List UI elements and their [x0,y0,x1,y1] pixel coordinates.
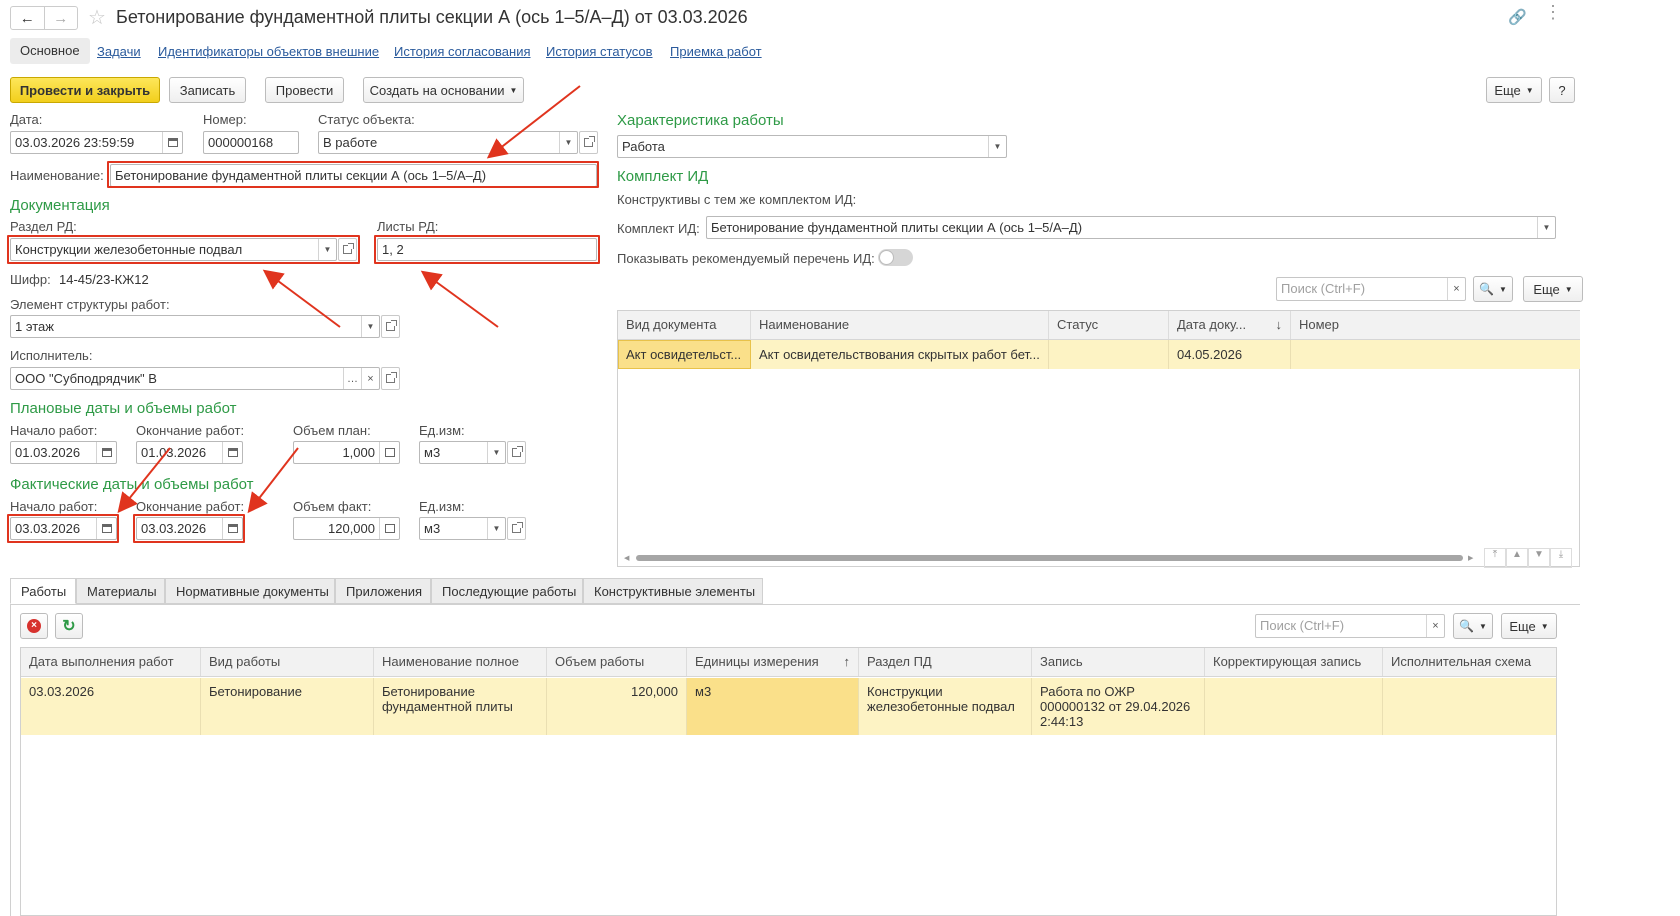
arrow-to-fact-start [117,447,171,514]
tab-works[interactable]: Работы [10,578,76,604]
col-status[interactable]: Статус [1049,311,1169,339]
col-volume[interactable]: Объем работы [547,648,687,676]
col-unit[interactable]: Единицы измерения ↑ [687,648,859,676]
refresh-button[interactable]: ↻ [55,613,83,639]
chevron-down-icon: ▼ [1564,284,1573,294]
col-work-date[interactable]: Дата выполнения работ [21,648,201,676]
cell-name[interactable]: Акт освидетельствования скрытых работ бе… [751,340,1049,369]
cell-work-date[interactable]: 03.03.2026 [21,678,201,735]
clear-icon[interactable]: × [1447,278,1465,300]
search-button[interactable]: 🔍 ▼ [1473,276,1513,302]
kit-value: Бетонирование фундаментной плиты секции … [711,220,1083,235]
cell-record[interactable]: Работа по ОЖР 000000132 от 29.04.2026 2:… [1032,678,1205,735]
kit-label: Комплект ИД: [617,221,700,236]
refresh-icon: ↻ [62,618,76,635]
tab-subsequent-works[interactable]: Последующие работы [431,578,583,604]
kit-note: Конструктивы с тем же комплектом ИД: [617,192,857,207]
tab-normative-docs[interactable]: Нормативные документы [165,578,335,604]
chevron-down-icon: ▼ [1479,621,1487,631]
col-doc-date[interactable]: Дата доку... ↓ [1169,311,1291,339]
scroll-left-icon[interactable]: ◀ [624,554,629,562]
more-label: Еще [1533,281,1560,297]
horizontal-scrollbar[interactable] [636,555,1463,561]
kit-table-header: Вид документа Наименование Статус Дата д… [618,311,1580,340]
move-up-icon[interactable]: ▲ [1506,548,1528,568]
cell-corr-record[interactable] [1205,678,1383,735]
cell-unit[interactable]: м3 [687,678,859,735]
sort-up-icon: ↑ [843,654,851,669]
col-doc-date-label: Дата доку... [1177,317,1247,332]
col-unit-label: Единицы измерения [695,654,819,669]
col-work-kind[interactable]: Вид работы [201,648,374,676]
show-recommended-toggle[interactable] [878,249,913,266]
search-icon: 🔍 [1459,619,1475,633]
cell-full-name-line2: фундаментной плиты [382,699,513,714]
arrow-to-fact-end [247,447,299,514]
col-corr-record[interactable]: Корректирующая запись [1205,648,1383,676]
chevron-down-icon[interactable]: ▼ [988,136,1006,157]
chevron-down-icon[interactable]: ▼ [1537,217,1555,238]
cell-record-line2: 000000132 от 29.04.2026 [1040,699,1191,714]
cell-number[interactable] [1291,340,1580,369]
works-search-button[interactable]: 🔍 ▼ [1453,613,1493,639]
scroll-right-icon[interactable]: ▶ [1468,554,1473,562]
move-down-icon[interactable]: ▼ [1528,548,1550,568]
delete-icon: × [27,619,41,633]
search-placeholder: Поиск (Ctrl+F) [1281,281,1366,296]
col-doc-type[interactable]: Вид документа [618,311,751,339]
col-pd-section[interactable]: Раздел ПД [859,648,1032,676]
cell-work-kind[interactable]: Бетонирование [201,678,374,735]
toggle-knob [879,250,894,265]
chevron-down-icon: ▼ [1499,284,1507,294]
cell-status[interactable] [1049,340,1169,369]
search-placeholder: Поиск (Ctrl+F) [1260,618,1345,633]
arrow-to-rd-sheets [420,270,499,328]
char-value: Работа [622,139,665,154]
panel-border [10,605,11,916]
more-kit-button[interactable]: Еще ▼ [1523,276,1583,302]
arrow-to-rd-section [262,269,341,328]
cell-pd-section[interactable]: Конструкции железобетонные подвал [859,678,1032,735]
cell-doc-date[interactable]: 04.05.2026 [1169,340,1291,369]
clear-icon[interactable]: × [1426,615,1444,637]
cell-full-name-line1: Бетонирование [382,684,475,699]
col-number[interactable]: Номер [1291,311,1580,339]
tab-materials[interactable]: Материалы [76,578,165,604]
sort-down-icon: ↓ [1275,317,1283,332]
cell-record-line1: Работа по ОЖР [1040,684,1135,699]
tab-attachments[interactable]: Приложения [335,578,431,604]
kit-section-title: Комплект ИД [617,168,709,185]
tab-divider [10,604,1580,605]
show-recommended-label: Показывать рекомендуемый перечень ИД: [617,251,875,266]
col-record[interactable]: Запись [1032,648,1205,676]
kit-field[interactable]: Бетонирование фундаментной плиты секции … [706,216,1556,239]
chevron-down-icon: ▼ [1540,621,1549,631]
arrow-to-name [486,85,581,159]
table-row[interactable]: Акт освидетельст... Акт освидетельствова… [618,340,1580,369]
search-input[interactable]: Поиск (Ctrl+F) × [1276,277,1466,301]
table-row[interactable]: 03.03.2026 Бетонирование Бетонирование ф… [21,678,1556,735]
cell-volume[interactable]: 120,000 [547,678,687,735]
delete-button[interactable]: × [20,613,48,639]
row-move-buttons: ⤒ ▲ ▼ ⤓ [1484,548,1580,568]
works-more-button[interactable]: Еще ▼ [1501,613,1557,639]
cell-doc-type[interactable]: Акт освидетельст... [618,340,751,369]
cell-pd-section-line2: железобетонные подвал [867,699,1015,714]
cell-exec-scheme[interactable] [1383,678,1556,735]
col-name[interactable]: Наименование [751,311,1049,339]
col-exec-scheme[interactable]: Исполнительная схема [1383,648,1556,676]
col-full-name[interactable]: Наименование полное [374,648,547,676]
tab-constructive-elements[interactable]: Конструктивные элементы [583,578,763,604]
move-bottom-icon[interactable]: ⤓ [1550,548,1572,568]
cell-pd-section-line1: Конструкции [867,684,943,699]
move-top-icon[interactable]: ⤒ [1484,548,1506,568]
works-search-input[interactable]: Поиск (Ctrl+F) × [1255,614,1445,638]
more-label: Еще [1509,618,1536,634]
char-field[interactable]: Работа ▼ [617,135,1007,158]
cell-record-line3: 2:44:13 [1040,714,1084,729]
char-section-title: Характеристика работы [617,112,784,129]
works-table-header: Дата выполнения работ Вид работы Наимено… [21,648,1556,677]
search-icon: 🔍 [1479,282,1495,296]
cell-full-name[interactable]: Бетонирование фундаментной плиты [374,678,547,735]
